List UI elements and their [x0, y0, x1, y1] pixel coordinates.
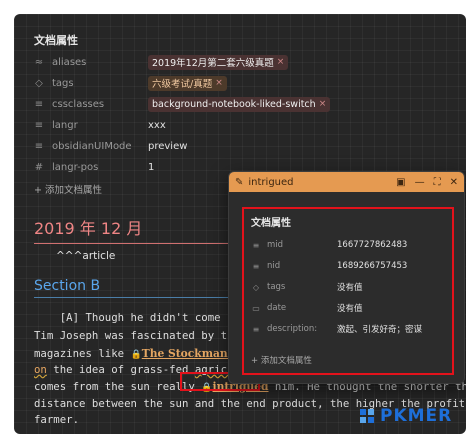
text-run: comes from the sun really	[34, 380, 202, 393]
popover-title: intrigued	[248, 176, 294, 188]
property-value[interactable]: 1	[148, 162, 154, 173]
property-key: obsidianUIMode	[52, 140, 132, 152]
paragraph-line: Tim Joseph was fascinated by the id	[34, 329, 260, 342]
property-key: cssclasses	[52, 98, 105, 110]
cssclass-pill[interactable]: background-notebook-liked-switch ×	[148, 96, 331, 112]
popover-header[interactable]: ✎ intrigued ▣ — ⛶ ✕	[229, 172, 464, 192]
maximize-icon[interactable]: ⛶	[434, 177, 441, 188]
property-value[interactable]: preview	[148, 141, 187, 152]
note-view: 文档属性 ≈ aliases 2019年12月第二套六级真题 × ◇ tags 六…	[14, 14, 466, 434]
text-run: magazines like	[34, 347, 131, 360]
property-row-langr[interactable]: ≡ langr xxx	[32, 115, 166, 135]
article-block-ref: ^^^article	[56, 250, 116, 262]
link-lock-icon: 🔒	[130, 350, 142, 360]
add-property-button[interactable]: + 添加文档属性	[34, 182, 102, 196]
pill-label: 六级考试/真题	[152, 79, 213, 90]
property-key: aliases	[52, 56, 87, 68]
paragraph-line: [A] Though he didn't come from	[34, 311, 253, 324]
pkmer-logo-icon	[360, 409, 374, 423]
paragraph-line: magazines like 🔒The Stockman Gras	[34, 347, 259, 360]
pkmer-watermark: PKMER	[358, 406, 452, 426]
property-row-obsidianuimode[interactable]: ≡ obsidianUIMode preview	[32, 136, 188, 156]
property-row-cssclasses[interactable]: ≡ cssclasses background-notebook-liked-s…	[32, 94, 331, 114]
aliases-icon: ≈	[34, 56, 44, 68]
property-key: langr-pos	[52, 161, 99, 173]
property-key: langr	[52, 119, 78, 131]
pkmer-text: PKMER	[380, 406, 453, 426]
text-run: the idea of grass-fed	[46, 363, 195, 376]
text-icon: ≡	[34, 119, 44, 131]
minimize-icon[interactable]: —	[415, 177, 425, 188]
property-row-tags[interactable]: ◇ tags 六级考试/真题 ×	[32, 73, 227, 93]
hover-popover[interactable]: ✎ intrigued ▣ — ⛶ ✕ 文档属性 ≡ mid 166772786…	[228, 171, 465, 384]
pill-label: background-notebook-liked-switch	[152, 98, 316, 110]
number-icon: #	[34, 161, 44, 173]
pin-icon[interactable]: ✎	[235, 177, 243, 188]
remove-icon[interactable]: ×	[319, 99, 327, 109]
remove-icon[interactable]: ×	[277, 57, 285, 67]
highlight-box	[242, 207, 454, 375]
paragraph-line: farmer.	[34, 413, 80, 426]
property-row-langr-pos[interactable]: # langr-pos 1	[32, 157, 155, 177]
tag-icon: ◇	[35, 77, 43, 89]
alias-pill[interactable]: 2019年12月第二套六级真题 ×	[148, 54, 289, 70]
text-icon: ≡	[34, 140, 44, 152]
text-run: on	[34, 363, 47, 376]
list-icon: ≡	[34, 98, 44, 110]
property-key: tags	[52, 77, 74, 89]
property-value[interactable]: xxx	[148, 120, 166, 131]
tag-pill[interactable]: 六级考试/真题 ×	[148, 75, 227, 91]
pill-label: 2019年12月第二套六级真题	[152, 58, 274, 69]
close-icon[interactable]: ✕	[450, 177, 458, 188]
property-row-aliases[interactable]: ≈ aliases 2019年12月第二套六级真题 ×	[32, 52, 289, 72]
properties-heading: 文档属性	[34, 34, 78, 47]
open-in-new-icon[interactable]: ▣	[396, 177, 405, 188]
remove-icon[interactable]: ×	[215, 78, 223, 88]
